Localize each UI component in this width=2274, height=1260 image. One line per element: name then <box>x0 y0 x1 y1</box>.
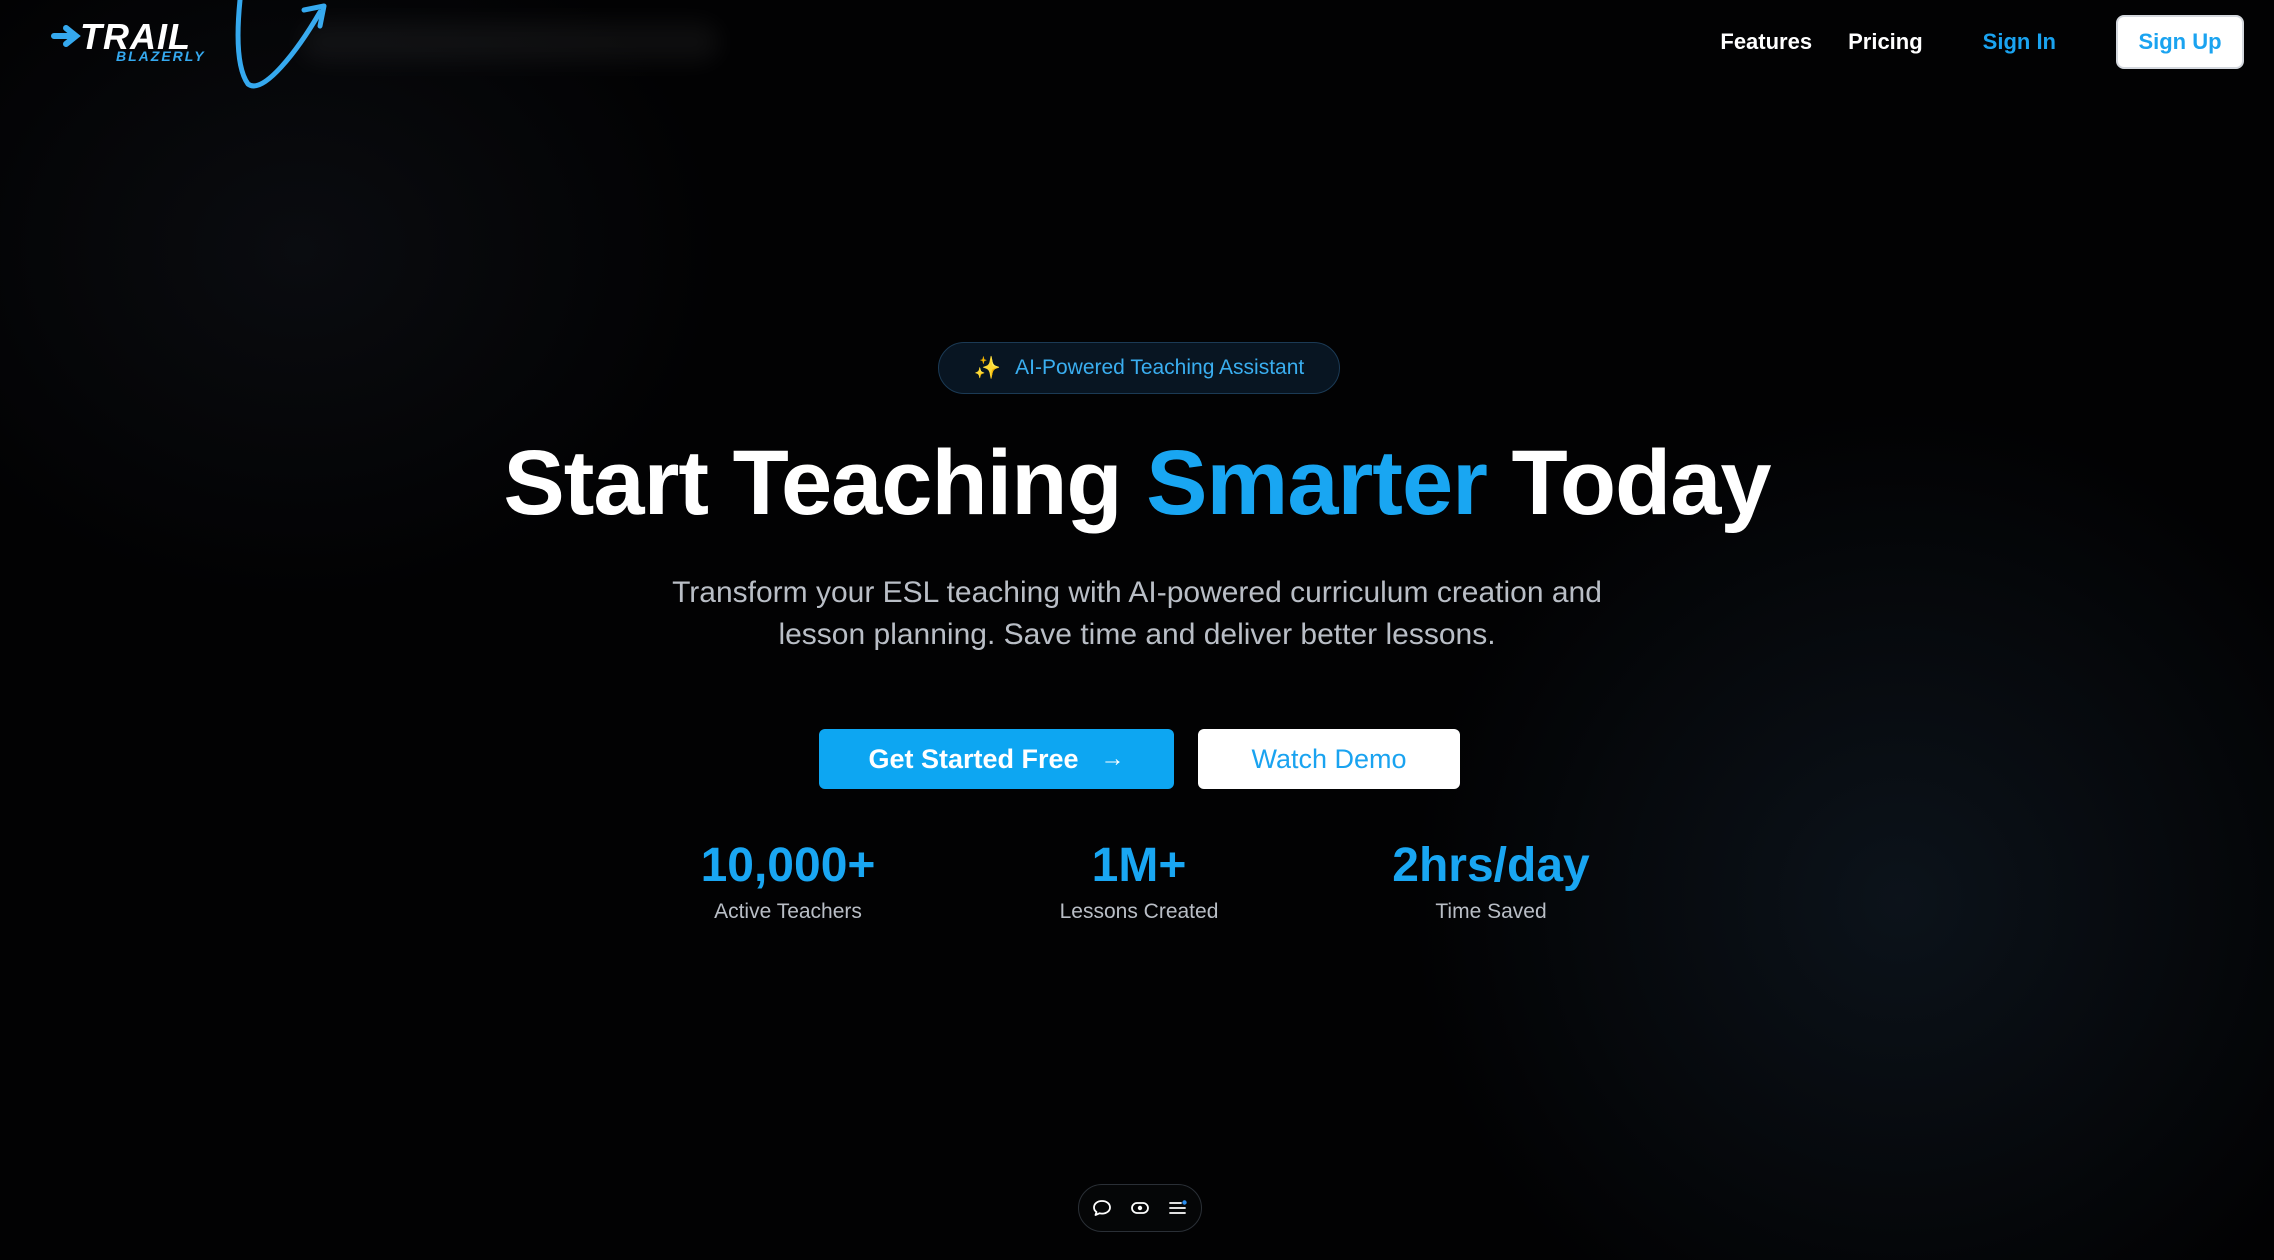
stat-time-saved: 2hrs/day Time Saved <box>1331 838 1651 924</box>
watch-demo-label: Watch Demo <box>1251 743 1407 774</box>
eye-icon[interactable] <box>1130 1198 1150 1218</box>
get-started-label: Get Started Free <box>868 743 1079 774</box>
hero-subtext-line2: lesson planning. Save time and deliver b… <box>778 618 1496 651</box>
stat-label: Time Saved <box>1435 900 1547 923</box>
stat-label: Lessons Created <box>1059 900 1219 923</box>
stat-value: 1M+ <box>1091 839 1187 892</box>
sparkles-icon: ✨ <box>973 355 1002 380</box>
chat-icon[interactable] <box>1092 1198 1112 1218</box>
headline-accent: Smarter <box>1146 432 1488 534</box>
ai-badge: ✨ AI-Powered Teaching Assistant <box>938 342 1340 394</box>
headline-part1: Start Teaching <box>503 432 1147 534</box>
hero-subtext: Transform your ESL teaching with AI-powe… <box>587 572 1687 656</box>
blurred-area <box>300 22 720 62</box>
sign-in-link[interactable]: Sign In <box>1983 29 2056 55</box>
headline-part2: Today <box>1486 432 1771 534</box>
arrow-right-icon: → <box>1100 745 1125 772</box>
stat-lessons-created: 1M+ Lessons Created <box>979 838 1299 924</box>
get-started-button[interactable]: Get Started Free → <box>819 729 1174 789</box>
nav-features-link[interactable]: Features <box>1720 29 1812 55</box>
logo-subwordmark: BLAZERLY <box>116 48 206 64</box>
stat-active-teachers: 10,000+ Active Teachers <box>628 838 948 924</box>
top-nav: Features Pricing Sign In Sign Up <box>1720 14 2244 70</box>
stat-value: 10,000+ <box>700 839 876 892</box>
watch-demo-button[interactable]: Watch Demo <box>1198 729 1460 789</box>
hero-subtext-line1: Transform your ESL teaching with AI-powe… <box>672 576 1602 609</box>
landing-page: TRAIL BLAZERLY Features Pricing Sign In … <box>0 0 2274 1260</box>
badge-label: AI-Powered Teaching Assistant <box>1015 356 1305 379</box>
stat-label: Active Teachers <box>714 900 862 923</box>
hero-headline: Start Teaching Smarter Today <box>0 428 2274 538</box>
sign-up-button[interactable]: Sign Up <box>2116 15 2244 69</box>
floating-toolbar <box>1078 1184 1202 1232</box>
list-icon[interactable] <box>1168 1198 1188 1218</box>
stat-value: 2hrs/day <box>1392 839 1590 892</box>
nav-pricing-link[interactable]: Pricing <box>1848 29 1923 55</box>
